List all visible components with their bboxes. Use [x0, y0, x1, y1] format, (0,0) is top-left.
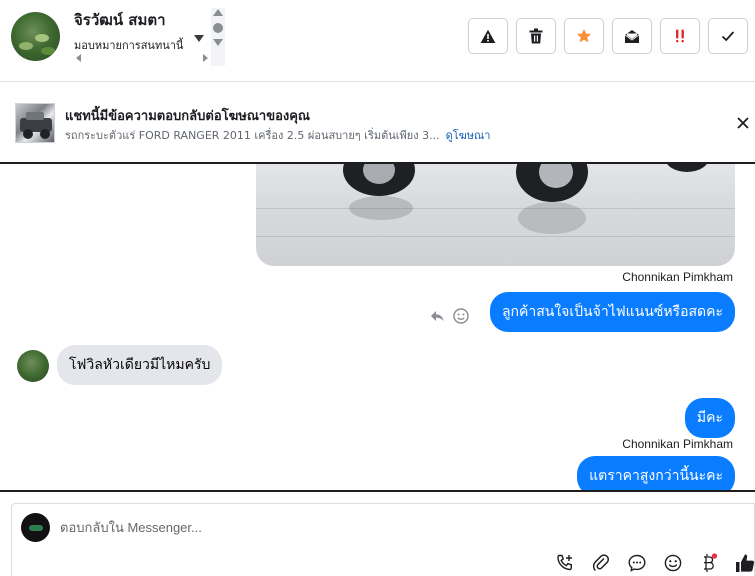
contact-avatar-small[interactable]	[17, 350, 49, 382]
outgoing-message[interactable]: ลูกค้าสนใจเป็นจ้าไฟแนนซ์หรือสดคะ	[489, 292, 735, 332]
like-icon[interactable]	[734, 552, 755, 574]
sender-name: Chonnikan Pimkham	[622, 270, 733, 284]
chevron-down-icon[interactable]	[194, 35, 204, 42]
contact-name[interactable]: จิรวัฒน์ สมตา	[74, 8, 166, 32]
shared-photo-message[interactable]	[256, 164, 735, 266]
horizontal-scrollbar[interactable]	[76, 53, 208, 63]
ad-reply-banner: แชทนี้มีข้อความตอบกลับต่อโฆษณาของคุณ รถก…	[0, 83, 755, 161]
ad-thumbnail[interactable]	[15, 103, 55, 143]
mark-as-spam-button[interactable]	[468, 18, 508, 54]
scroll-left-icon[interactable]	[76, 54, 81, 62]
outgoing-message[interactable]: มีคะ	[684, 398, 735, 438]
contact-avatar[interactable]	[11, 12, 60, 61]
reply-icon[interactable]	[430, 310, 444, 322]
warning-icon	[480, 29, 496, 43]
trash-icon	[529, 28, 543, 44]
baht-icon[interactable]	[698, 552, 720, 574]
ad-banner-description: รถกระบะตัวแร่ FORD RANGER 2011 เครื่อง 2…	[65, 126, 490, 144]
delete-button[interactable]	[516, 18, 556, 54]
scroll-thumb[interactable]	[213, 23, 223, 33]
page-avatar	[21, 513, 50, 542]
assign-conversation-label[interactable]: มอบหมายการสนทนานี้	[74, 36, 183, 54]
check-icon	[721, 31, 735, 42]
follow-up-button[interactable]	[564, 18, 604, 54]
priority-button[interactable]	[660, 18, 700, 54]
view-ad-link[interactable]: ดูโฆษณา	[446, 129, 491, 142]
message-thread[interactable]: Chonnikan Pimkham ลูกค้าสนใจเป็นจ้าไฟแนน…	[0, 162, 755, 492]
saved-reply-icon[interactable]	[626, 552, 648, 574]
call-add-icon[interactable]	[554, 552, 576, 574]
ad-description-text: รถกระบะตัวแร่ FORD RANGER 2011 เครื่อง 2…	[65, 129, 440, 142]
react-emoji-icon[interactable]	[453, 308, 469, 324]
reply-composer	[11, 503, 755, 576]
mark-unread-button[interactable]	[612, 18, 652, 54]
scroll-right-icon[interactable]	[203, 54, 208, 62]
ad-banner-title: แชทนี้มีข้อความตอบกลับต่อโฆษณาของคุณ	[65, 109, 310, 124]
scroll-down-icon[interactable]	[213, 39, 223, 46]
incoming-message[interactable]: โฟวิลหัวเดียวมีไหมครับ	[57, 345, 223, 385]
conversation-header: จิรวัฒน์ สมตา มอบหมายการสนทนานี้	[0, 0, 755, 82]
attachment-icon[interactable]	[590, 552, 612, 574]
mark-done-button[interactable]	[708, 18, 748, 54]
star-icon	[577, 29, 591, 43]
sender-name: Chonnikan Pimkham	[622, 437, 733, 451]
outgoing-message[interactable]: แตราคาสูงกว่านี้นะคะ	[577, 456, 735, 490]
scroll-up-icon[interactable]	[213, 9, 223, 16]
inbox-conversation-view: จิรวัฒน์ สมตา มอบหมายการสนทนานี้ แชทนี้ม…	[0, 0, 755, 576]
close-icon[interactable]	[736, 116, 750, 130]
reply-input[interactable]	[60, 520, 660, 535]
vertical-scrollbar[interactable]	[211, 8, 225, 66]
emoji-icon[interactable]	[662, 552, 684, 574]
envelope-open-icon	[624, 29, 640, 43]
priority-icon	[676, 29, 684, 43]
